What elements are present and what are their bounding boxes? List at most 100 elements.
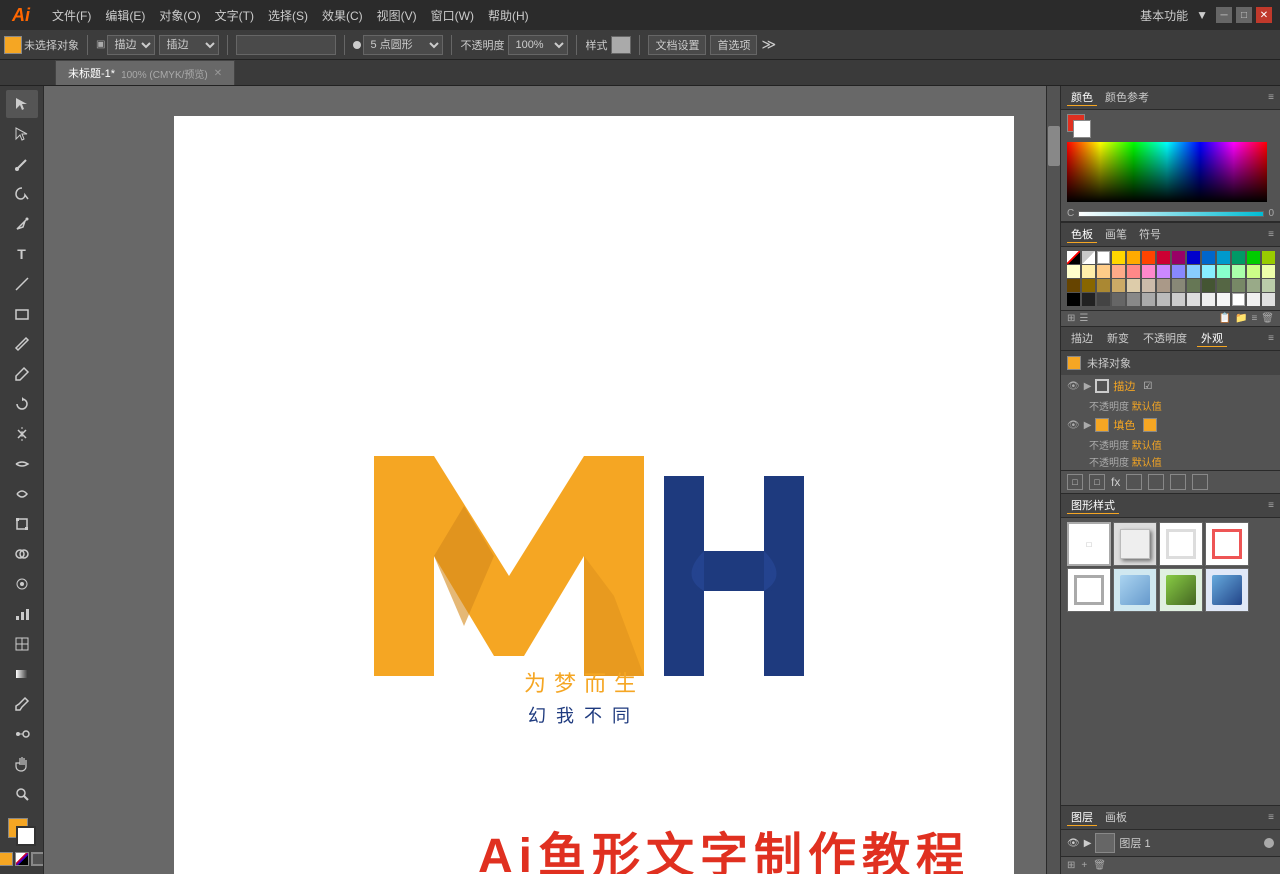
swatch-green[interactable] (1232, 251, 1245, 264)
fx-effects-icon[interactable]: fx (1111, 475, 1120, 489)
effect-icon4[interactable] (1192, 474, 1208, 490)
swatch-pale-green[interactable] (1232, 265, 1245, 278)
swatch-gray7[interactable] (1172, 293, 1185, 306)
eye-icon-fill[interactable]: 👁 (1067, 420, 1080, 431)
warp-tool[interactable] (6, 480, 38, 508)
swatch-orange[interactable] (1127, 251, 1140, 264)
swatch-gray6[interactable] (1157, 293, 1170, 306)
swatches-panel-menu-icon[interactable]: ≡ (1268, 229, 1274, 240)
swatch-delete-icon[interactable]: 🗑 (1261, 313, 1274, 324)
swatch-dark-red[interactable] (1157, 251, 1170, 264)
swatch-white2[interactable] (1232, 293, 1245, 306)
swatch-sage[interactable] (1232, 279, 1245, 292)
tab-layers[interactable]: 图层 (1067, 809, 1097, 826)
style-red-border[interactable] (1205, 522, 1249, 566)
effect-icon3[interactable] (1170, 474, 1186, 490)
layer-visibility-icon[interactable]: 👁 (1067, 838, 1080, 849)
swatch-brown[interactable] (1067, 279, 1080, 292)
swatch-red[interactable] (1142, 251, 1155, 264)
vertical-scrollbar[interactable] (1046, 86, 1060, 874)
menu-view[interactable]: 视图(V) (371, 5, 423, 26)
none-mode-icon[interactable] (31, 852, 45, 866)
tab-swatches[interactable]: 色板 (1067, 226, 1097, 243)
gradient-tool[interactable] (6, 660, 38, 688)
paintbrush-tool[interactable] (6, 330, 38, 358)
style-gray-border[interactable] (1067, 568, 1111, 612)
appearance-panel-menu-icon[interactable]: ≡ (1268, 333, 1274, 344)
close-button[interactable]: ✕ (1256, 7, 1272, 23)
doc-settings-button[interactable]: 文档设置 (648, 35, 706, 55)
dimension-input[interactable] (236, 35, 336, 55)
style-white-border[interactable] (1159, 522, 1203, 566)
background-color[interactable] (1073, 120, 1091, 138)
swatch-blue[interactable] (1187, 251, 1200, 264)
tab-symbols[interactable]: 符号 (1135, 226, 1165, 243)
swatch-light-blue[interactable] (1202, 251, 1215, 264)
fill-opacity-value2[interactable]: 默认值 (1132, 458, 1162, 469)
swatch-olive[interactable] (1172, 279, 1185, 292)
swatch-tan2[interactable] (1112, 279, 1125, 292)
style-green[interactable] (1159, 568, 1203, 612)
swatch-off-white[interactable] (1247, 293, 1260, 306)
effect-icon1[interactable] (1126, 474, 1142, 490)
c-slider[interactable] (1078, 211, 1264, 217)
magic-wand-tool[interactable] (6, 150, 38, 178)
style-blue-gradient[interactable] (1205, 568, 1249, 612)
fill-stroke-boxes[interactable] (8, 818, 36, 846)
tool-dropdown[interactable]: 插边 (159, 35, 219, 55)
stroke-box[interactable] (16, 826, 36, 846)
restore-button[interactable]: □ (1236, 7, 1252, 23)
style-shadow[interactable] (1113, 522, 1157, 566)
line-tool[interactable] (6, 270, 38, 298)
fill-expand-icon[interactable]: ▶ (1084, 420, 1092, 431)
fill-label[interactable]: 填色 (1113, 417, 1135, 433)
style-default[interactable]: □ (1067, 522, 1111, 566)
select-tool[interactable] (6, 90, 38, 118)
tab-artboards[interactable]: 画板 (1101, 809, 1131, 826)
fg-bg-color[interactable] (1067, 114, 1091, 138)
swatch-light-purple[interactable] (1172, 265, 1185, 278)
swatch-none[interactable] (1067, 251, 1080, 264)
symbol-tool[interactable] (6, 570, 38, 598)
menu-text[interactable]: 文字(T) (209, 5, 260, 26)
swatch-white[interactable] (1097, 251, 1110, 264)
pen-tool[interactable] (6, 210, 38, 238)
swatch-bright-green[interactable] (1247, 251, 1260, 264)
swatch-pale-yellow[interactable] (1082, 265, 1095, 278)
layer-lock-icon[interactable]: ▶ (1084, 838, 1092, 849)
tab-brushes[interactable]: 画笔 (1101, 226, 1131, 243)
width-tool[interactable] (6, 450, 38, 478)
layers-panel-menu-icon[interactable]: ≡ (1268, 812, 1274, 823)
add-stroke-icon[interactable]: □ (1067, 474, 1083, 490)
gradient-mode-icon[interactable] (15, 852, 29, 866)
tab-transform[interactable]: 新变 (1103, 330, 1133, 347)
fill-color-box-panel[interactable] (1095, 418, 1109, 432)
swatch-yellow-white[interactable] (1262, 265, 1275, 278)
color-mode-icon[interactable] (0, 852, 13, 866)
swatch-lavender[interactable] (1157, 265, 1170, 278)
swatch-yellow-green[interactable] (1262, 251, 1275, 264)
menu-file[interactable]: 文件(F) (46, 5, 97, 26)
swatch-gray-brown[interactable] (1157, 279, 1170, 292)
menu-object[interactable]: 对象(O) (153, 5, 206, 26)
layers-delete-icon[interactable]: 🗑 (1093, 860, 1106, 871)
stroke-label[interactable]: 描边 (1113, 378, 1135, 394)
swatch-light-yellow[interactable] (1067, 265, 1080, 278)
zoom-tool[interactable] (6, 780, 38, 808)
swatch-gray3[interactable] (1112, 293, 1125, 306)
swatch-gray9[interactable] (1202, 293, 1215, 306)
tab-color[interactable]: 颜色 (1067, 89, 1097, 106)
swatch-registration[interactable] (1082, 251, 1095, 264)
opacity-dropdown[interactable]: 100% (508, 35, 568, 55)
tab-close-button[interactable]: ✕ (214, 68, 222, 79)
swatch-gray2[interactable] (1097, 293, 1110, 306)
swatch-mint[interactable] (1217, 265, 1230, 278)
stroke-dropdown[interactable]: 描边 (107, 35, 155, 55)
stroke-color-box[interactable] (1095, 379, 1109, 393)
add-fill-icon[interactable]: □ (1089, 474, 1105, 490)
blend-tool[interactable] (6, 720, 38, 748)
direct-select-tool[interactable] (6, 120, 38, 148)
eyedropper-tool[interactable] (6, 690, 38, 718)
extra-options-icon[interactable]: ≫ (761, 36, 776, 53)
swatch-add-icon[interactable]: 📋 (1219, 313, 1231, 324)
